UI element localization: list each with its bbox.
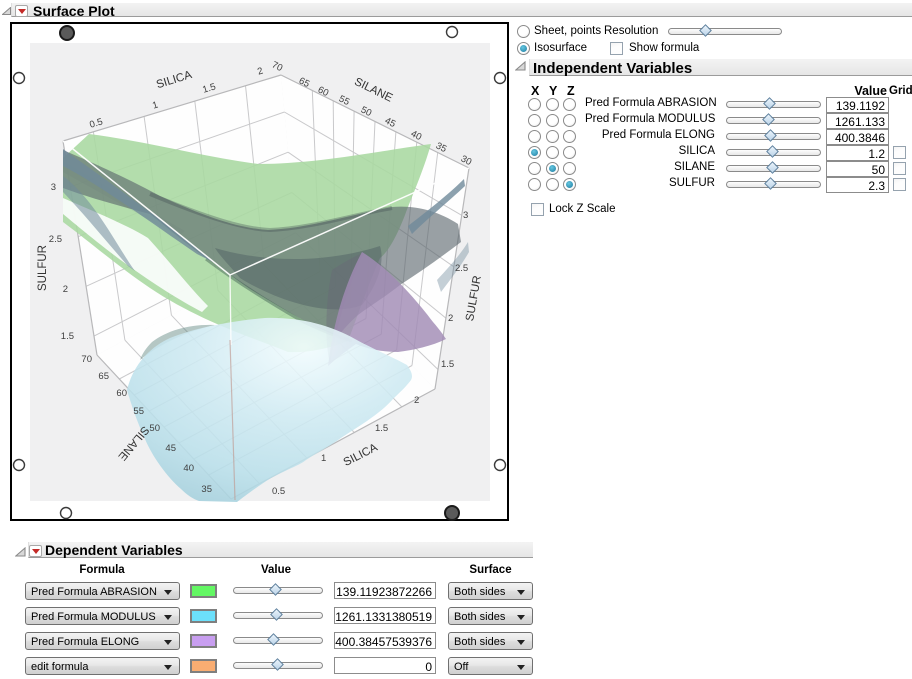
svg-text:2.5: 2.5 [455,263,468,274]
svg-text:40: 40 [183,463,194,474]
svg-text:1.5: 1.5 [61,331,74,342]
svg-text:2.5: 2.5 [49,234,62,245]
svg-text:3: 3 [51,182,56,193]
svg-text:60: 60 [116,388,127,399]
svg-text:2: 2 [63,284,68,295]
svg-text:1.5: 1.5 [375,423,388,434]
svg-text:1.5: 1.5 [441,359,454,370]
svg-text:35: 35 [201,484,212,495]
svg-text:3: 3 [463,210,468,221]
svg-text:55: 55 [133,406,144,417]
svg-text:0.5: 0.5 [272,486,285,497]
svg-text:65: 65 [98,371,109,382]
svg-text:SULFUR: SULFUR [37,245,49,291]
svg-text:70: 70 [81,354,92,365]
svg-text:45: 45 [165,443,176,454]
svg-text:1: 1 [321,453,326,464]
svg-text:2: 2 [448,313,453,324]
svg-text:2: 2 [414,395,419,406]
